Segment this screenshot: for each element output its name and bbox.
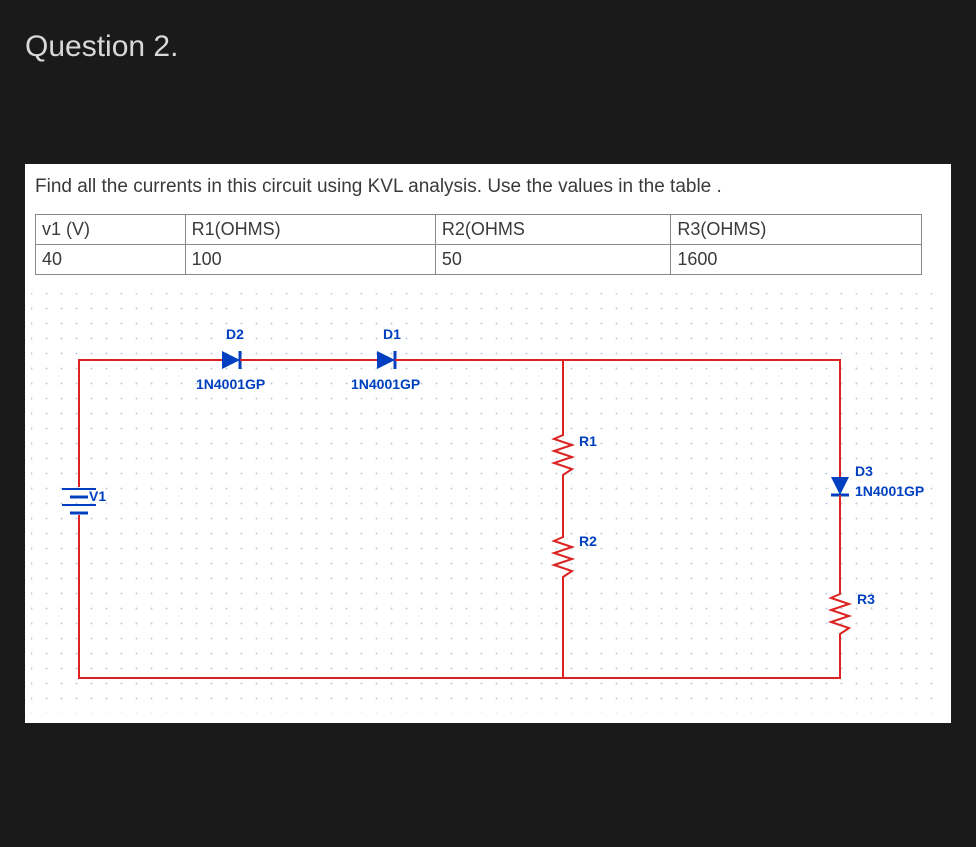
table-header: R1(OHMS)	[185, 215, 435, 245]
wire	[78, 525, 80, 678]
d1-model: 1N4001GP	[351, 376, 420, 392]
d2-model: 1N4001GP	[196, 376, 265, 392]
r3-label: R3	[857, 591, 875, 607]
wire	[562, 481, 564, 531]
question-content: Find all the currents in this circuit us…	[25, 164, 951, 723]
table-cell: 100	[185, 245, 435, 275]
wire	[839, 359, 841, 469]
resistor-r3-icon	[827, 588, 853, 640]
diode-d2-icon	[208, 349, 258, 371]
question-title: Question 2.	[25, 30, 951, 64]
wire	[839, 511, 841, 588]
d2-label: D2	[226, 326, 244, 342]
d3-label: D3	[855, 463, 873, 479]
wire	[562, 359, 841, 361]
wire	[562, 359, 564, 429]
instruction-text: Find all the currents in this circuit us…	[35, 176, 941, 198]
wire	[562, 583, 564, 678]
diode-d3-icon	[829, 469, 851, 511]
diode-d1-icon	[363, 349, 413, 371]
table-value-row: 40 100 50 1600	[36, 245, 922, 275]
wire	[413, 359, 564, 361]
v1-label: V1	[89, 488, 106, 504]
resistor-r2-icon	[550, 531, 576, 583]
table-header: R2(OHMS	[435, 215, 671, 245]
wire	[78, 359, 208, 361]
table-header: v1 (V)	[36, 215, 186, 245]
wire	[78, 359, 80, 477]
table-header-row: v1 (V) R1(OHMS) R2(OHMS R3(OHMS)	[36, 215, 922, 245]
wire	[78, 677, 841, 679]
wire	[258, 359, 363, 361]
d3-model: 1N4001GP	[855, 483, 924, 499]
table-cell: 50	[435, 245, 671, 275]
resistor-r1-icon	[550, 429, 576, 481]
table-cell: 1600	[671, 245, 921, 275]
values-table: v1 (V) R1(OHMS) R2(OHMS R3(OHMS) 40 100 …	[35, 214, 922, 275]
table-header: R3(OHMS)	[671, 215, 921, 245]
wire	[839, 640, 841, 678]
table-cell: 40	[36, 245, 186, 275]
circuit-diagram: D2 1N4001GP D1 1N4001GP V1	[31, 293, 945, 713]
r2-label: R2	[579, 533, 597, 549]
r1-label: R1	[579, 433, 597, 449]
d1-label: D1	[383, 326, 401, 342]
dot-grid	[31, 293, 945, 713]
